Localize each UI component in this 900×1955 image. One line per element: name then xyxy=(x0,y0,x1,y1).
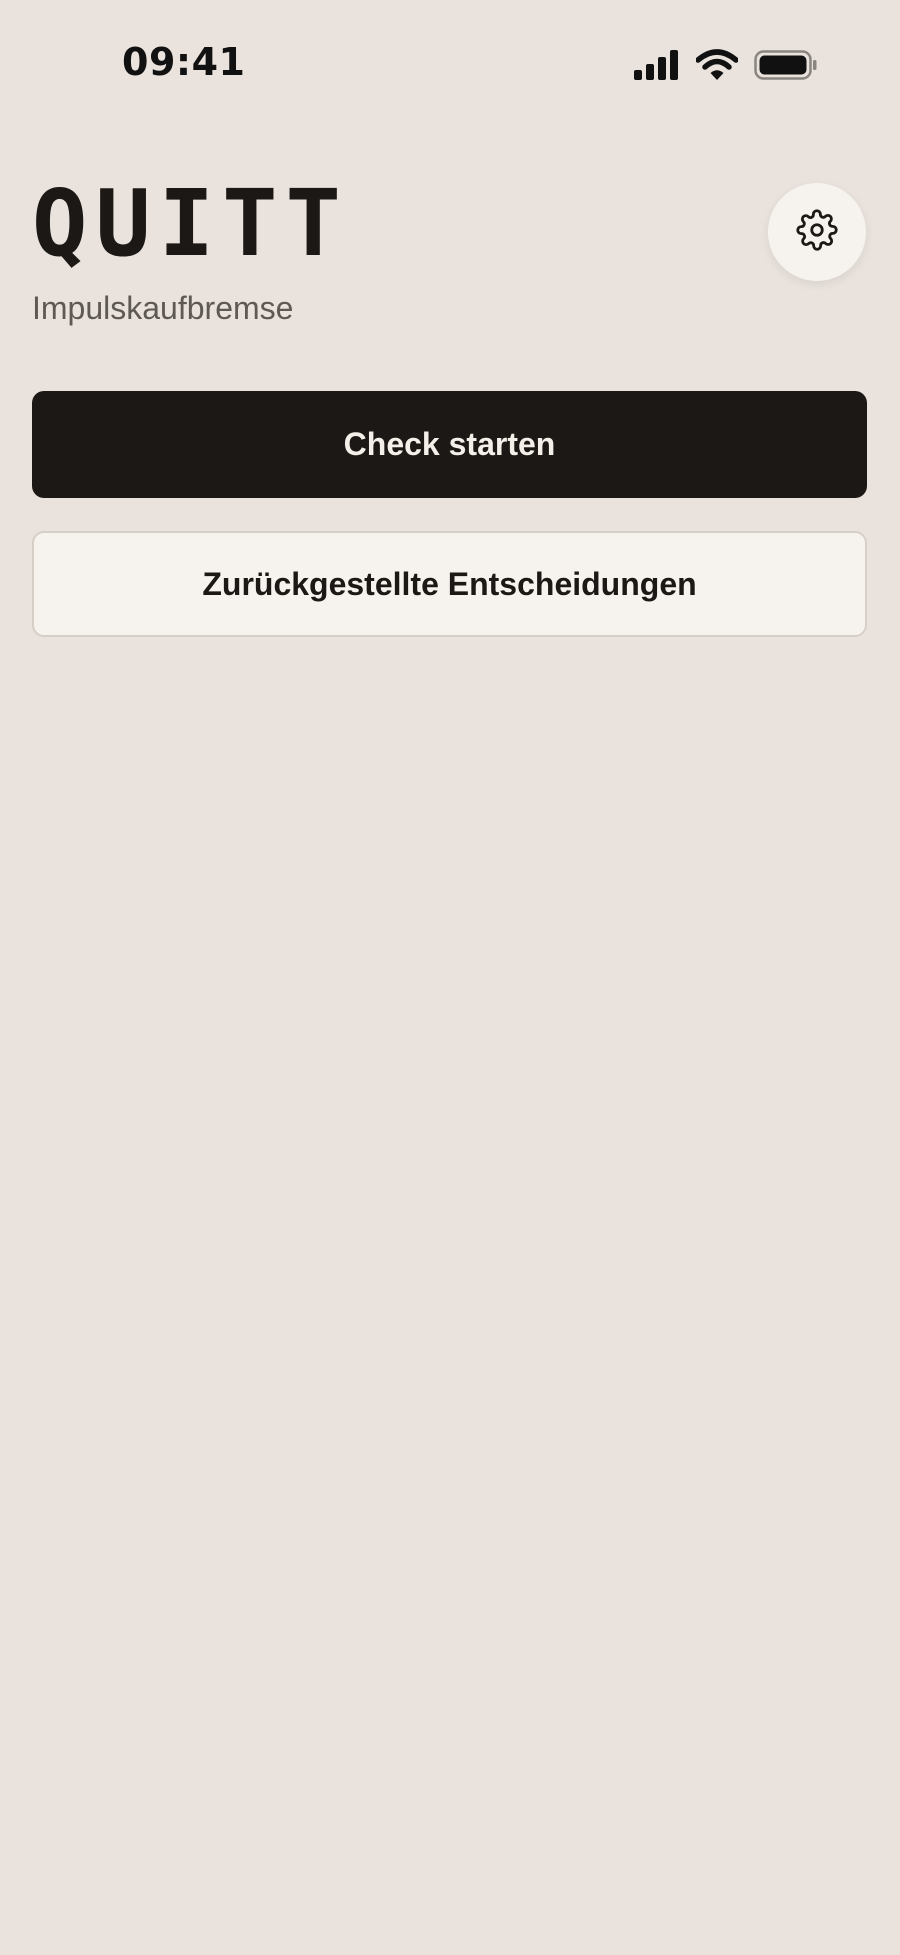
status-icons xyxy=(634,48,818,82)
check-start-button[interactable]: Check starten xyxy=(32,391,867,498)
wifi-icon xyxy=(696,49,738,81)
app-title: QUITT xyxy=(32,170,349,277)
deferred-decisions-label: Zurückgestellte Entscheidungen xyxy=(202,565,697,602)
check-start-label: Check starten xyxy=(343,426,556,462)
settings-button[interactable] xyxy=(768,183,866,281)
deferred-decisions-button[interactable]: Zurückgestellte Entscheidungen xyxy=(32,531,867,637)
gear-icon xyxy=(796,208,838,256)
status-time: 09:41 xyxy=(122,40,246,84)
app-subtitle: Impulskaufbremse xyxy=(32,290,294,326)
status-bar: 09:41 xyxy=(0,0,900,132)
cellular-signal-icon xyxy=(634,50,680,80)
battery-icon xyxy=(754,50,818,80)
